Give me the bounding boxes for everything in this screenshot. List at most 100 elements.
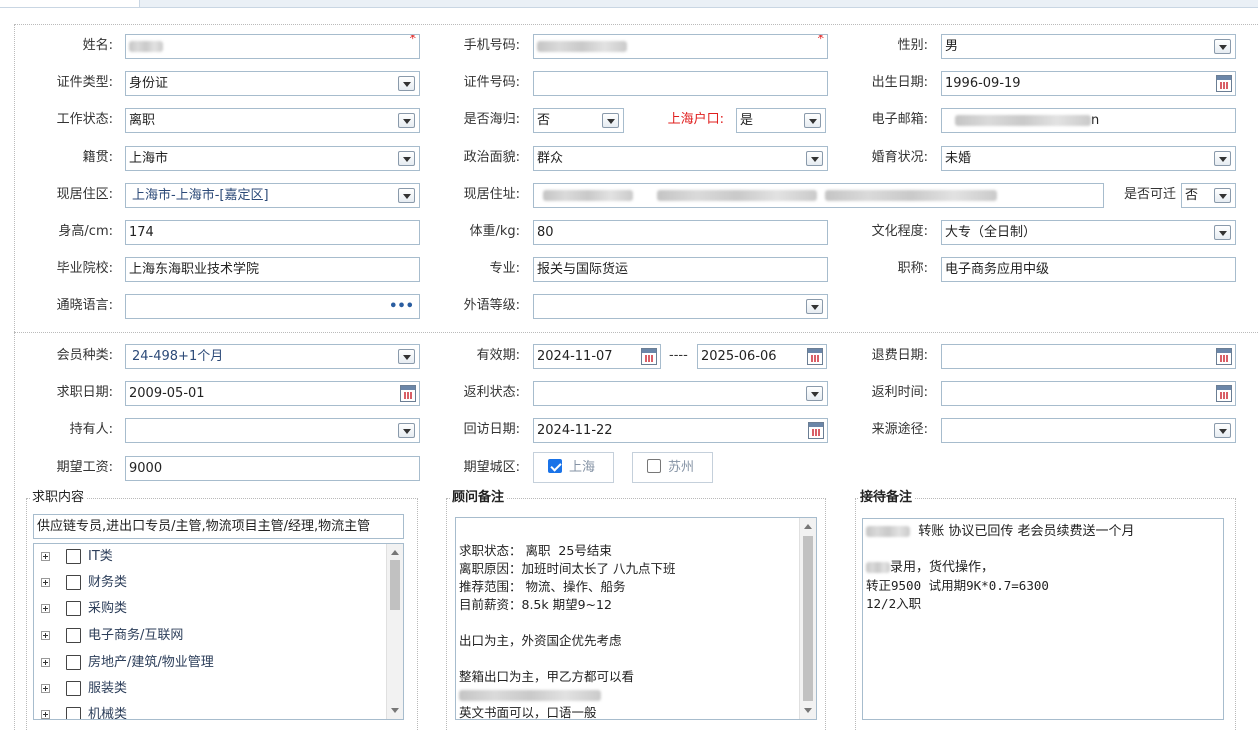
checkbox-unchecked-icon[interactable] bbox=[66, 601, 81, 616]
tree-node[interactable]: 服装类 bbox=[34, 679, 384, 699]
valid-start-field[interactable]: 2024-11-07 bbox=[533, 344, 661, 369]
chevron-down-icon[interactable] bbox=[1214, 225, 1231, 240]
calendar-icon[interactable] bbox=[808, 422, 824, 439]
reception-notes-textarea[interactable]: 转账 协议已回传 老会员续费送一个月 录用，货代操作， 转正9500 试用期9K… bbox=[862, 518, 1224, 720]
rebate-time-field[interactable] bbox=[941, 381, 1236, 406]
tree-node[interactable]: IT类 bbox=[34, 547, 384, 567]
holder-select[interactable] bbox=[125, 418, 420, 443]
scroll-down-icon[interactable] bbox=[804, 708, 812, 713]
education-select[interactable]: 大专（全日制） bbox=[941, 220, 1236, 245]
foreign-level-select[interactable] bbox=[533, 294, 828, 319]
major-field[interactable]: 报关与国际货运 bbox=[533, 257, 828, 282]
residence-area-select[interactable]: 上海市-上海市-[嘉定区] bbox=[125, 183, 420, 208]
job-content-field[interactable]: 供应链专员,进出口专员/主管,物流项目主管/经理,物流主管 bbox=[33, 514, 404, 539]
expand-icon[interactable] bbox=[41, 578, 50, 587]
member-type-select[interactable]: 24-498+1个月 bbox=[125, 344, 420, 369]
more-options-icon[interactable]: ••• bbox=[389, 295, 414, 318]
hukou-select[interactable]: 是 bbox=[736, 108, 826, 133]
id-number-field[interactable] bbox=[533, 71, 828, 96]
calendar-icon[interactable] bbox=[1216, 348, 1232, 365]
school-field[interactable]: 上海东海职业技术学院 bbox=[125, 257, 420, 282]
checkbox-unchecked-icon[interactable] bbox=[66, 549, 81, 564]
chevron-down-icon[interactable] bbox=[398, 113, 415, 128]
chevron-down-icon[interactable] bbox=[1214, 188, 1231, 203]
reception-line-4: 12/2入职 bbox=[866, 596, 922, 611]
valid-end-field[interactable]: 2025-06-06 bbox=[697, 344, 827, 369]
checkbox-unchecked-icon[interactable] bbox=[66, 628, 81, 643]
city-option-shanghai[interactable]: 上海 bbox=[533, 452, 614, 483]
expand-icon[interactable] bbox=[41, 552, 50, 561]
languages-field[interactable]: ••• bbox=[125, 294, 420, 319]
expand-icon[interactable] bbox=[41, 710, 50, 719]
tree-scrollbar[interactable] bbox=[386, 544, 403, 719]
checkbox-unchecked-icon[interactable] bbox=[66, 707, 81, 719]
expand-icon[interactable] bbox=[41, 631, 50, 640]
refund-date-field[interactable] bbox=[941, 344, 1236, 369]
advisor-notes-scrollbar[interactable] bbox=[799, 518, 816, 719]
chevron-down-icon[interactable] bbox=[398, 76, 415, 91]
city-option-suzhou[interactable]: 苏州 bbox=[632, 452, 713, 483]
residence-address-field[interactable] bbox=[533, 183, 1104, 208]
calendar-icon[interactable] bbox=[1216, 385, 1232, 402]
chevron-down-icon[interactable] bbox=[806, 151, 823, 166]
id-type-select[interactable]: 身份证 bbox=[125, 71, 420, 96]
calendar-icon[interactable] bbox=[807, 348, 823, 365]
chevron-down-icon[interactable] bbox=[804, 113, 821, 128]
tree-node[interactable]: 房地产/建筑/物业管理 bbox=[34, 653, 384, 673]
returnee-select[interactable]: 否 bbox=[533, 108, 624, 133]
scroll-up-icon[interactable] bbox=[804, 524, 812, 529]
checkbox-checked-icon[interactable] bbox=[548, 459, 562, 473]
tree-node[interactable]: 采购类 bbox=[34, 599, 384, 619]
chevron-down-icon[interactable] bbox=[602, 113, 619, 128]
revisit-date-field[interactable]: 2024-11-22 bbox=[533, 418, 828, 443]
rebate-status-select[interactable] bbox=[533, 381, 828, 406]
chevron-down-icon[interactable] bbox=[806, 299, 823, 314]
chevron-down-icon[interactable] bbox=[398, 423, 415, 438]
calendar-icon[interactable] bbox=[641, 348, 657, 365]
height-value: 174 bbox=[129, 225, 154, 240]
checkbox-unchecked-icon[interactable] bbox=[66, 681, 81, 696]
marital-status-select[interactable]: 未婚 bbox=[941, 146, 1236, 171]
source-select[interactable] bbox=[941, 418, 1236, 443]
tree-node[interactable]: 机械类 bbox=[34, 705, 384, 719]
checkbox-unchecked-icon[interactable] bbox=[647, 459, 661, 473]
chevron-down-icon[interactable] bbox=[398, 188, 415, 203]
active-tab[interactable] bbox=[0, 0, 140, 7]
calendar-icon[interactable] bbox=[400, 385, 416, 402]
expand-icon[interactable] bbox=[41, 658, 50, 667]
job-search-date-field[interactable]: 2009-05-01 bbox=[125, 381, 420, 406]
tree-node[interactable]: 财务类 bbox=[34, 573, 384, 593]
native-place-select[interactable]: 上海市 bbox=[125, 146, 420, 171]
checkbox-unchecked-icon[interactable] bbox=[66, 575, 81, 590]
political-status-select[interactable]: 群众 bbox=[533, 146, 828, 171]
work-status-select[interactable]: 离职 bbox=[125, 108, 420, 133]
checkbox-unchecked-icon[interactable] bbox=[66, 655, 81, 670]
scroll-thumb[interactable] bbox=[390, 560, 400, 610]
scroll-up-icon[interactable] bbox=[391, 550, 399, 555]
height-field[interactable]: 174 bbox=[125, 220, 420, 245]
scroll-down-icon[interactable] bbox=[391, 708, 399, 713]
name-field[interactable]: * bbox=[125, 34, 420, 59]
phone-field[interactable]: * bbox=[533, 34, 828, 59]
relocatable-select[interactable]: 否 bbox=[1181, 183, 1236, 208]
title-field[interactable]: 电子商务应用中级 bbox=[941, 257, 1236, 282]
expand-icon[interactable] bbox=[41, 684, 50, 693]
chevron-down-icon[interactable] bbox=[398, 349, 415, 364]
date-range-separator: ---- bbox=[669, 348, 688, 363]
gender-select[interactable]: 男 bbox=[941, 34, 1236, 59]
birth-date-field[interactable]: 1996-09-19 bbox=[941, 71, 1236, 96]
chevron-down-icon[interactable] bbox=[1214, 423, 1231, 438]
expand-icon[interactable] bbox=[41, 604, 50, 613]
email-field[interactable]: n bbox=[941, 108, 1236, 133]
scroll-thumb[interactable] bbox=[803, 536, 813, 701]
expected-salary-field[interactable]: 9000 bbox=[125, 456, 420, 481]
chevron-down-icon[interactable] bbox=[1214, 151, 1231, 166]
weight-field[interactable]: 80 bbox=[533, 220, 828, 245]
advisor-notes-textarea[interactable]: 求职状态： 离职 25号结束 离职原因：加班时间太长了 八九点下班 推荐范围： … bbox=[455, 517, 817, 720]
calendar-icon[interactable] bbox=[1216, 75, 1232, 92]
tree-node[interactable]: 电子商务/互联网 bbox=[34, 626, 384, 646]
required-mark: * bbox=[817, 34, 825, 47]
chevron-down-icon[interactable] bbox=[398, 151, 415, 166]
chevron-down-icon[interactable] bbox=[806, 386, 823, 401]
chevron-down-icon[interactable] bbox=[1214, 39, 1231, 54]
